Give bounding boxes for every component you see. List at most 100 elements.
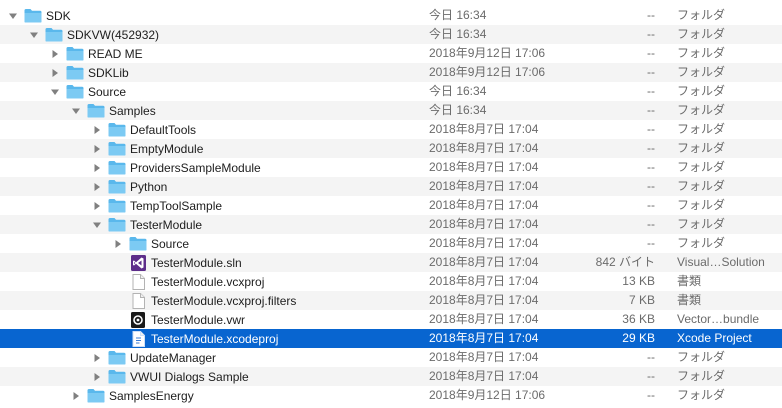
folder-row[interactable]: SDKLib 2018年9月12日 17:06 -- フォルダ <box>0 63 782 82</box>
name-cell: Source <box>50 82 126 101</box>
folder-icon <box>108 160 126 175</box>
folder-row[interactable]: VWUI Dialogs Sample 2018年8月7日 17:04 -- フォルダ <box>0 367 782 386</box>
file-kind: Vector…bundle <box>677 312 760 326</box>
file-row[interactable]: TesterModule.vwr 2018年8月7日 17:04 36 KB Vect… <box>0 310 782 329</box>
item-name: TesterModule <box>130 217 203 232</box>
folder-row[interactable]: ProvidersSampleModule 2018年8月7日 17:04 -- フォ… <box>0 158 782 177</box>
item-name: VWUI Dialogs Sample <box>130 369 249 384</box>
folder-row[interactable]: Source 2018年8月7日 17:04 -- フォルダ <box>0 234 782 253</box>
name-cell: SDK <box>8 6 71 25</box>
disclosure-triangle-expanded-icon[interactable] <box>71 101 81 120</box>
file-size: -- <box>647 350 655 364</box>
name-cell: TesterModule.vcxproj.filters <box>113 291 296 310</box>
folder-icon <box>45 27 63 42</box>
folder-icon <box>24 8 42 23</box>
disclosure-triangle-collapsed-icon[interactable] <box>92 177 102 196</box>
disclosure-triangle-collapsed-icon[interactable] <box>92 139 102 158</box>
file-size: -- <box>647 65 655 79</box>
folder-row[interactable]: Samples 今日 16:34 -- フォルダ <box>0 101 782 120</box>
date-modified: 2018年8月7日 17:04 <box>429 217 539 231</box>
file-row[interactable]: TesterModule.vcxproj 2018年8月7日 17:04 13 KB… <box>0 272 782 291</box>
disclosure-triangle-collapsed-icon[interactable] <box>92 158 102 177</box>
name-cell: SamplesEnergy <box>71 386 194 405</box>
name-cell: SDKVW(452932) <box>29 25 159 44</box>
folder-row[interactable]: SDKVW(452932) 今日 16:34 -- フォルダ <box>0 25 782 44</box>
folder-row[interactable]: SDK 今日 16:34 -- フォルダ <box>0 6 782 25</box>
disclosure-triangle-collapsed-icon[interactable] <box>92 367 102 386</box>
folder-row[interactable]: SamplesEnergy 2018年9月12日 17:06 -- フォルダ <box>0 386 782 405</box>
name-cell: EmptyModule <box>92 139 203 158</box>
folder-row[interactable]: UpdateManager 2018年8月7日 17:04 -- フォルダ <box>0 348 782 367</box>
file-kind: フォルダ <box>677 350 726 364</box>
disclosure-triangle-collapsed-icon[interactable] <box>71 386 81 405</box>
date-modified: 2018年8月7日 17:04 <box>429 312 539 326</box>
disclosure-triangle-collapsed-icon[interactable] <box>92 348 102 367</box>
date-modified: 2018年8月7日 17:04 <box>429 179 539 193</box>
file-size: -- <box>647 198 655 212</box>
item-name: SDKLib <box>88 65 129 80</box>
item-name: TempToolSample <box>130 198 223 213</box>
file-kind: フォルダ <box>677 160 726 174</box>
file-size: -- <box>647 388 655 402</box>
folder-row[interactable]: Source 今日 16:34 -- フォルダ <box>0 82 782 101</box>
file-kind: フォルダ <box>677 65 726 79</box>
item-name: TesterModule.vcxproj.filters <box>151 293 297 308</box>
file-size: -- <box>647 84 655 98</box>
name-cell: DefaultTools <box>92 120 196 139</box>
disclosure-triangle-collapsed-icon[interactable] <box>113 234 123 253</box>
name-cell: TesterModule.vwr <box>113 310 245 329</box>
file-kind: フォルダ <box>677 369 726 383</box>
name-cell: VWUI Dialogs Sample <box>92 367 249 386</box>
disclosure-triangle-collapsed-icon[interactable] <box>50 63 60 82</box>
file-size: -- <box>647 103 655 117</box>
file-row[interactable]: TesterModule.sln 2018年8月7日 17:04 842 バイト Vi… <box>0 253 782 272</box>
folder-row[interactable]: DefaultTools 2018年8月7日 17:04 -- フォルダ <box>0 120 782 139</box>
file-kind: フォルダ <box>677 179 726 193</box>
xcode-project-icon <box>129 330 147 347</box>
file-row[interactable]: TesterModule.xcodeproj 2018年8月7日 17:04 29 … <box>0 329 782 348</box>
disclosure-triangle-expanded-icon[interactable] <box>92 215 102 234</box>
file-kind: フォルダ <box>677 27 726 41</box>
folder-icon <box>108 179 126 194</box>
folder-row[interactable]: TesterModule 2018年8月7日 17:04 -- フォルダ <box>0 215 782 234</box>
disclosure-triangle-collapsed-icon[interactable] <box>92 196 102 215</box>
file-kind: フォルダ <box>677 141 726 155</box>
disclosure-triangle-expanded-icon[interactable] <box>29 25 39 44</box>
file-size: 29 KB <box>622 331 655 345</box>
date-modified: 2018年9月12日 17:06 <box>429 388 546 402</box>
item-name: Source <box>88 84 127 99</box>
name-cell: ProvidersSampleModule <box>92 158 261 177</box>
item-name: Samples <box>109 103 156 118</box>
date-modified: 2018年8月7日 17:04 <box>429 122 539 136</box>
name-cell: READ ME <box>50 44 143 63</box>
name-cell: SDKLib <box>50 63 129 82</box>
date-modified: 今日 16:34 <box>429 84 487 98</box>
visual-studio-solution-icon <box>129 254 147 271</box>
file-size: -- <box>647 369 655 383</box>
file-size: -- <box>647 46 655 60</box>
item-name: TesterModule.vcxproj <box>151 274 265 289</box>
file-size: -- <box>647 27 655 41</box>
folder-row[interactable]: READ ME 2018年9月12日 17:06 -- フォルダ <box>0 44 782 63</box>
name-cell: TesterModule.vcxproj <box>113 272 264 291</box>
folder-row[interactable]: TempToolSample 2018年8月7日 17:04 -- フォルダ <box>0 196 782 215</box>
file-row[interactable]: TesterModule.vcxproj.filters 2018年8月7日 17… <box>0 291 782 310</box>
disclosure-triangle-expanded-icon[interactable] <box>50 82 60 101</box>
item-name: TesterModule.vwr <box>151 312 246 327</box>
vectorworks-bundle-icon <box>129 311 147 328</box>
date-modified: 2018年8月7日 17:04 <box>429 236 539 250</box>
folder-row[interactable]: EmptyModule 2018年8月7日 17:04 -- フォルダ <box>0 139 782 158</box>
file-kind: フォルダ <box>677 8 726 22</box>
file-kind: Visual…Solution <box>677 255 765 269</box>
folder-row[interactable]: Python 2018年8月7日 17:04 -- フォルダ <box>0 177 782 196</box>
disclosure-triangle-collapsed-icon[interactable] <box>50 44 60 63</box>
file-kind: 書類 <box>677 274 702 288</box>
disclosure-triangle-expanded-icon[interactable] <box>8 6 18 25</box>
document-icon <box>129 273 147 290</box>
name-cell: Samples <box>71 101 156 120</box>
disclosure-triangle-collapsed-icon[interactable] <box>92 120 102 139</box>
file-kind: Xcode Project <box>677 331 752 345</box>
